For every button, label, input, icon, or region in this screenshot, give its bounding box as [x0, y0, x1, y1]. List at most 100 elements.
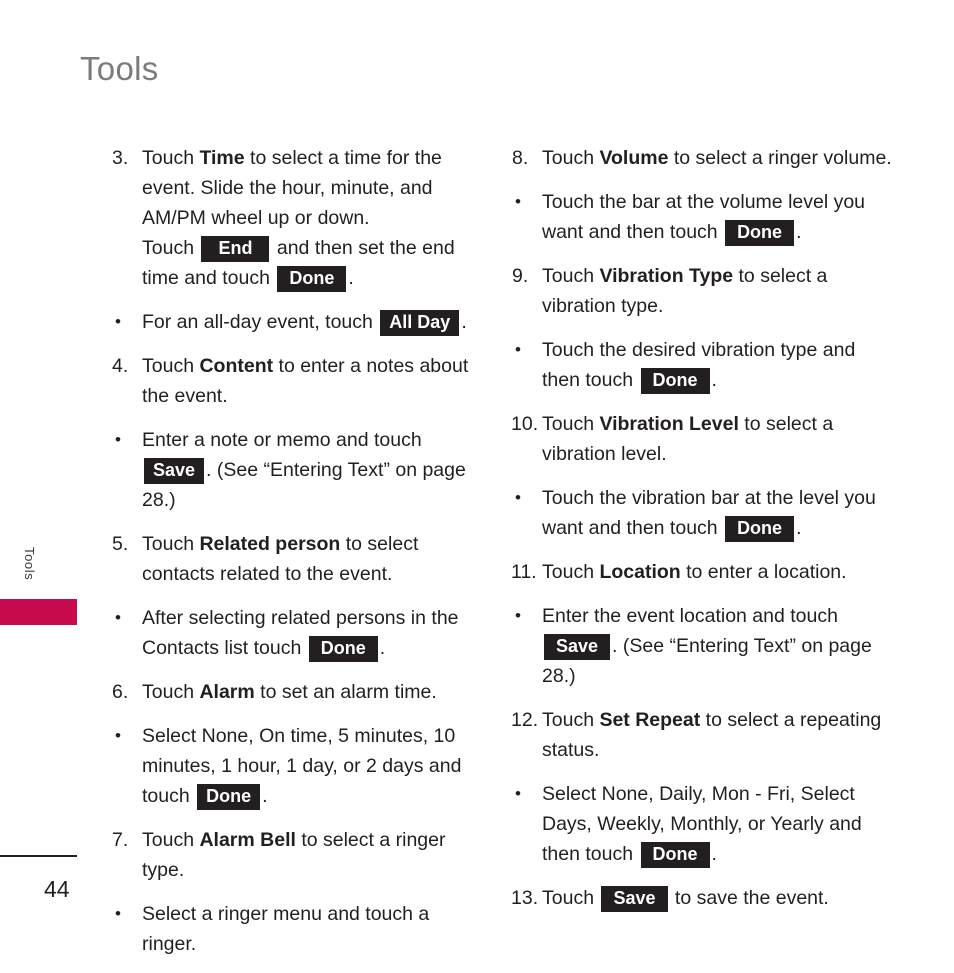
step-body: Select None, On time, 5 minutes, 10 minu… [142, 721, 487, 811]
bullet-item: • For an all-day event, touch All Day. [112, 307, 487, 337]
bullet-item: • After selecting related persons in the … [112, 603, 487, 663]
soft-key-badge[interactable]: Done [197, 784, 261, 810]
instruction-text: Select None, On time, 5 minutes, 10 minu… [142, 725, 462, 807]
instruction-text: For an all-day event, touch [142, 311, 379, 333]
step-body: After selecting related persons in the C… [142, 603, 487, 663]
step-body: Touch Related person to select contacts … [142, 529, 487, 589]
menu-term: Vibration Level [599, 413, 739, 435]
step-body: Touch Save to save the event. [542, 883, 892, 913]
instruction-text: Touch [142, 147, 200, 169]
numbered-step: 7. Touch Alarm Bell to select a ringer ty… [112, 825, 487, 885]
instruction-text: to save the event. [669, 887, 829, 909]
menu-term: Time [199, 147, 245, 169]
instruction-text: Touch [142, 355, 200, 377]
step-body: Select None, Daily, Mon - Fri, Select Da… [542, 779, 892, 869]
bullet-marker: • [515, 488, 521, 507]
instruction-text: . [348, 267, 354, 289]
menu-term: Related person [199, 533, 341, 555]
bullet-item: • Enter a note or memo and touch Save. (S… [112, 425, 487, 515]
bullet-marker: • [115, 608, 121, 627]
numbered-step: 6. Touch Alarm to set an alarm time. [112, 677, 487, 707]
bullet-marker: • [515, 606, 521, 625]
step-body: Touch Time to select a time for the even… [142, 143, 487, 293]
bullet-marker: • [115, 904, 121, 923]
bullet-marker: • [115, 430, 121, 449]
step-number: 7. [112, 829, 129, 851]
bullet-item: • Select None, On time, 5 minutes, 10 min… [112, 721, 487, 811]
numbered-step: 3. Touch Time to select a time for the ev… [112, 143, 487, 293]
step-number: 6. [112, 681, 129, 703]
menu-term: Location [599, 561, 681, 583]
soft-key-badge[interactable]: Save [544, 634, 611, 660]
bullet-marker: • [115, 312, 121, 331]
step-number: 9. [512, 265, 529, 287]
step-body: Touch the bar at the volume level you wa… [542, 187, 892, 247]
instruction-text: Touch [142, 829, 200, 851]
step-number: 5. [112, 533, 129, 555]
soft-key-badge[interactable]: Save [601, 886, 668, 912]
step-number: 13. [511, 887, 539, 909]
step-body: Touch Content to enter a notes about the… [142, 351, 487, 411]
soft-key-badge[interactable]: All Day [380, 310, 460, 336]
instruction-text: . [461, 311, 467, 333]
page-title: Tools [80, 50, 159, 87]
soft-key-badge[interactable]: Done [725, 516, 795, 542]
instruction-text: . [711, 369, 717, 391]
instruction-text: . [796, 517, 802, 539]
instruction-text: to set an alarm time. [254, 681, 437, 703]
numbered-step: 13. Touch Save to save the event. [511, 883, 892, 913]
instruction-text: . [711, 843, 717, 865]
step-number: 4. [112, 355, 129, 377]
instruction-text: Touch the vibration bar at the level you… [542, 487, 876, 539]
instruction-text: Touch [542, 413, 600, 435]
numbered-step: 10. Touch Vibration Level to select a vib… [511, 409, 892, 469]
step-body: Enter a note or memo and touch Save. (Se… [142, 425, 487, 515]
numbered-step: 8. Touch Volume to select a ringer volume… [512, 143, 892, 173]
instruction-text: Touch the bar at the volume level you wa… [542, 191, 866, 243]
soft-key-badge[interactable]: Done [308, 636, 378, 662]
instruction-text: Enter the event location and touch [542, 605, 838, 627]
soft-key-badge[interactable]: End [201, 236, 270, 262]
bullet-item: • Touch the desired vibration type and th… [512, 335, 892, 395]
page-number: 44 [44, 876, 70, 902]
soft-key-badge[interactable]: Done [640, 368, 710, 394]
bullet-item: • Touch the bar at the volume level you w… [512, 187, 892, 247]
manual-page: Tools Tools 3. Touch Time to select a tim… [0, 0, 954, 955]
soft-key-badge[interactable]: Done [277, 266, 347, 292]
instruction-text: Touch [542, 265, 600, 287]
step-body: Touch Vibration Level to select a vibrat… [542, 409, 892, 469]
step-body: Select a ringer menu and touch a ringer. [142, 899, 487, 959]
instruction-text: Touch [542, 709, 600, 731]
step-body: Touch the vibration bar at the level you… [542, 483, 892, 543]
bullet-marker: • [115, 726, 121, 745]
soft-key-badge[interactable]: Done [640, 842, 710, 868]
instruction-text: Touch [542, 147, 600, 169]
instruction-text: . [262, 785, 268, 807]
content-column-right: 8. Touch Volume to select a ringer volume… [511, 143, 892, 927]
instruction-text: Touch [542, 887, 600, 909]
step-body: For an all-day event, touch All Day. [142, 307, 487, 337]
step-number: 12. [511, 709, 539, 731]
step-number: 11. [511, 561, 537, 583]
step-body: Enter the event location and touch Save.… [542, 601, 892, 691]
step-body: Touch Set Repeat to select a repeating s… [542, 705, 892, 765]
instruction-text: After selecting related persons in the C… [142, 607, 459, 659]
instruction-text: Select a ringer menu and touch a ringer. [142, 903, 430, 955]
step-body: Touch Vibration Type to select a vibrati… [542, 261, 892, 321]
bullet-marker: • [515, 192, 521, 211]
soft-key-badge[interactable]: Save [144, 458, 205, 484]
numbered-step: 12. Touch Set Repeat to select a repeatin… [511, 705, 892, 765]
step-body: Touch the desired vibration type and the… [542, 335, 892, 395]
instruction-text: . [796, 221, 802, 243]
step-number: 10. [511, 413, 539, 435]
numbered-step: 5. Touch Related person to select contact… [112, 529, 487, 589]
footer-divider [0, 855, 77, 857]
bullet-item: • Enter the event location and touch Save… [512, 601, 892, 691]
step-body: Touch Alarm to set an alarm time. [142, 677, 487, 707]
numbered-step: 9. Touch Vibration Type to select a vibra… [512, 261, 892, 321]
menu-term: Alarm [199, 681, 255, 703]
bullet-item: • Select a ringer menu and touch a ringer… [112, 899, 487, 959]
step-body: Touch Location to enter a location. [542, 557, 892, 587]
numbered-step: 11. Touch Location to enter a location. [511, 557, 892, 587]
soft-key-badge[interactable]: Done [725, 220, 795, 246]
